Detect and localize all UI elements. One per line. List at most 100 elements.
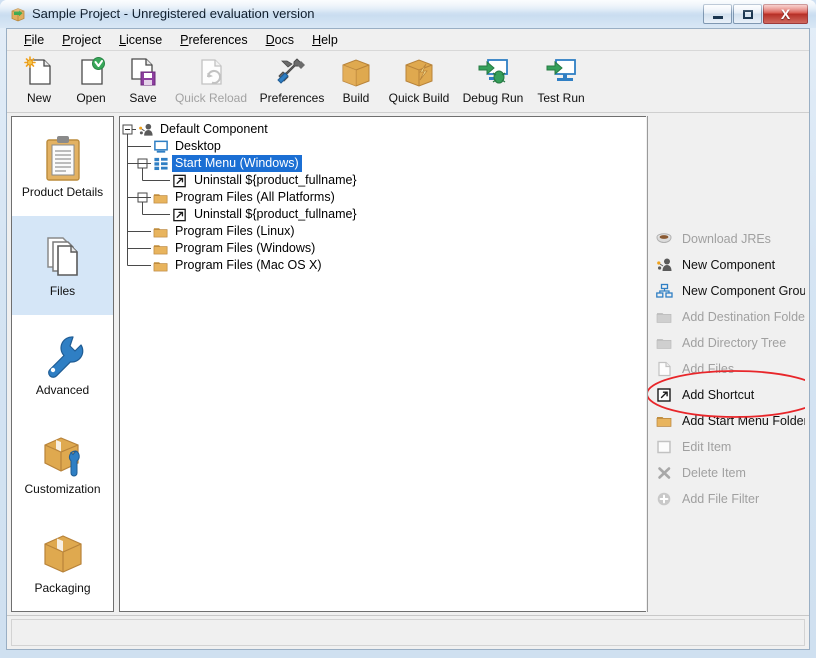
application-window: Sample Project - Unregistered evaluation… [0,0,816,658]
toolbar-button-test-run[interactable]: Test Run [529,55,593,105]
tree-node-label: Program Files (Mac OS X) [175,258,322,272]
tree-node-label: Program Files (All Platforms) [175,190,335,204]
toolbar-button-build[interactable]: Build [331,55,381,105]
action-label: New Component Group [682,283,805,298]
tree-node[interactable]: Program Files (Linux) [153,223,297,240]
action-label: Delete Item [682,465,746,480]
tree-node-label: Program Files (Linux) [175,224,295,238]
file-tree-panel[interactable]: Default Component Desktop Start Menu (Wind… [119,116,646,612]
action-label: Download JREs [682,231,771,246]
coffee-cup-icon [656,231,676,248]
preferences-tools-icon [275,55,309,89]
tree-node[interactable]: Program Files (Mac OS X) [153,257,325,274]
toolbar-button-new[interactable]: New [13,55,65,105]
action-label: Add File Filter [682,491,760,506]
box-icon [40,530,86,578]
menu-item-label: Docs [265,32,295,47]
title-bar: Sample Project - Unregistered evaluation… [0,0,816,28]
file-icon [656,361,676,378]
menu-item-label: Preferences [180,32,248,47]
sidebar-item-files[interactable]: Files [12,216,113,315]
toolbar-button-label: Build [342,91,370,105]
shortcut-icon [656,387,676,404]
menu-item-help[interactable]: Help [303,31,347,49]
tree-node-label: Desktop [175,139,221,153]
tree-node[interactable]: Start Menu (Windows) [153,155,302,172]
window-client-area: File Project License Preferences Docs Help Ne… [6,28,810,650]
folder-icon [656,309,676,326]
maximize-button[interactable] [733,4,762,24]
quick-reload-icon [194,55,228,89]
action-add-directory-tree: Add Directory Tree [656,332,786,354]
action-add-start-menu-folder[interactable]: Add Start Menu Folder [656,410,805,432]
action-new-component-group[interactable]: New Component Group [656,280,805,302]
action-label: Add Directory Tree [682,335,787,350]
sidebar-item-product-details[interactable]: Product Details [12,117,113,216]
quick-build-box-icon [402,55,436,89]
folder-icon [153,258,170,274]
shortcut-icon [172,173,189,189]
component-icon [656,257,676,274]
action-label: Add Destination Folder [682,309,805,324]
toolbar-button-label: Test Run [537,91,585,105]
tree-node-label: Uninstall ${product_fullname} [194,173,357,187]
tree-node[interactable]: Program Files (Windows) [153,240,318,257]
action-label: Edit Item [682,439,732,454]
close-button[interactable]: X [763,4,808,24]
new-document-icon [22,55,56,89]
action-add-file-filter: Add File Filter [656,488,759,510]
tree-node-label: Program Files (Windows) [175,241,316,255]
menu-item-preferences[interactable]: Preferences [171,31,256,49]
toolbar-button-preferences[interactable]: Preferences [253,55,331,105]
window-title: Sample Project - Unregistered evaluation… [32,6,315,21]
sidebar-item-label: Customization [24,482,101,496]
menu-item-license[interactable]: License [110,31,171,49]
menu-item-project[interactable]: Project [53,31,110,49]
menu-item-file[interactable]: File [15,31,53,49]
minimize-button[interactable] [703,4,732,24]
tree-node[interactable]: Uninstall ${product_fullname} [172,206,360,223]
action-new-component[interactable]: New Component [656,254,775,276]
action-label: Add Files [682,361,735,376]
toolbar-button-quick-reload: Quick Reload [169,55,253,105]
tree-node-label: Start Menu (Windows) [172,155,302,172]
menu-item-docs[interactable]: Docs [257,31,303,49]
component-group-icon [656,283,676,300]
tree-node[interactable]: Default Component [138,121,271,138]
open-document-icon [74,55,108,89]
desktop-monitor-icon [153,139,170,155]
files-stack-icon [40,233,86,281]
sidebar-item-customization[interactable]: Customization [12,414,113,513]
folder-icon [656,335,676,352]
folder-icon [153,241,170,257]
build-box-icon [339,55,373,89]
toolbar-button-label: Debug Run [462,91,524,105]
content-area: Product Details Files Advanced Customizatio… [7,113,809,615]
toolbar-button-save[interactable]: Save [117,55,169,105]
menu-item-label: License [119,32,163,47]
action-label: Add Shortcut [682,387,755,402]
window-controls: X [702,4,808,24]
save-disk-icon [126,55,160,89]
toolbar-button-open[interactable]: Open [65,55,117,105]
action-add-shortcut[interactable]: Add Shortcut [656,384,754,406]
toolbar-button-label: Save [129,91,157,105]
toolbar-button-quick-build[interactable]: Quick Build [381,55,457,105]
folder-icon [153,190,170,206]
test-run-monitor-icon [544,55,578,89]
action-edit-item: Edit Item [656,436,731,458]
toolbar-button-label: Open [76,91,106,105]
folder-icon [656,413,676,430]
toolbar: New Open Save Quick Reload Preferences Build Q… [7,51,809,113]
tree-node[interactable]: Desktop [153,138,224,155]
sidebar-item-advanced[interactable]: Advanced [12,315,113,414]
plus-circle-icon [656,491,676,508]
box-wrench-icon [40,431,86,479]
tree-node[interactable]: Program Files (All Platforms) [153,189,338,206]
toolbar-button-debug-run[interactable]: Debug Run [457,55,529,105]
clipboard-icon [40,134,86,182]
tree-node[interactable]: Uninstall ${product_fullname} [172,172,360,189]
toolbar-button-label: Quick Build [388,91,450,105]
sidebar-item-packaging[interactable]: Packaging [12,513,113,611]
start-menu-icon [153,156,170,172]
